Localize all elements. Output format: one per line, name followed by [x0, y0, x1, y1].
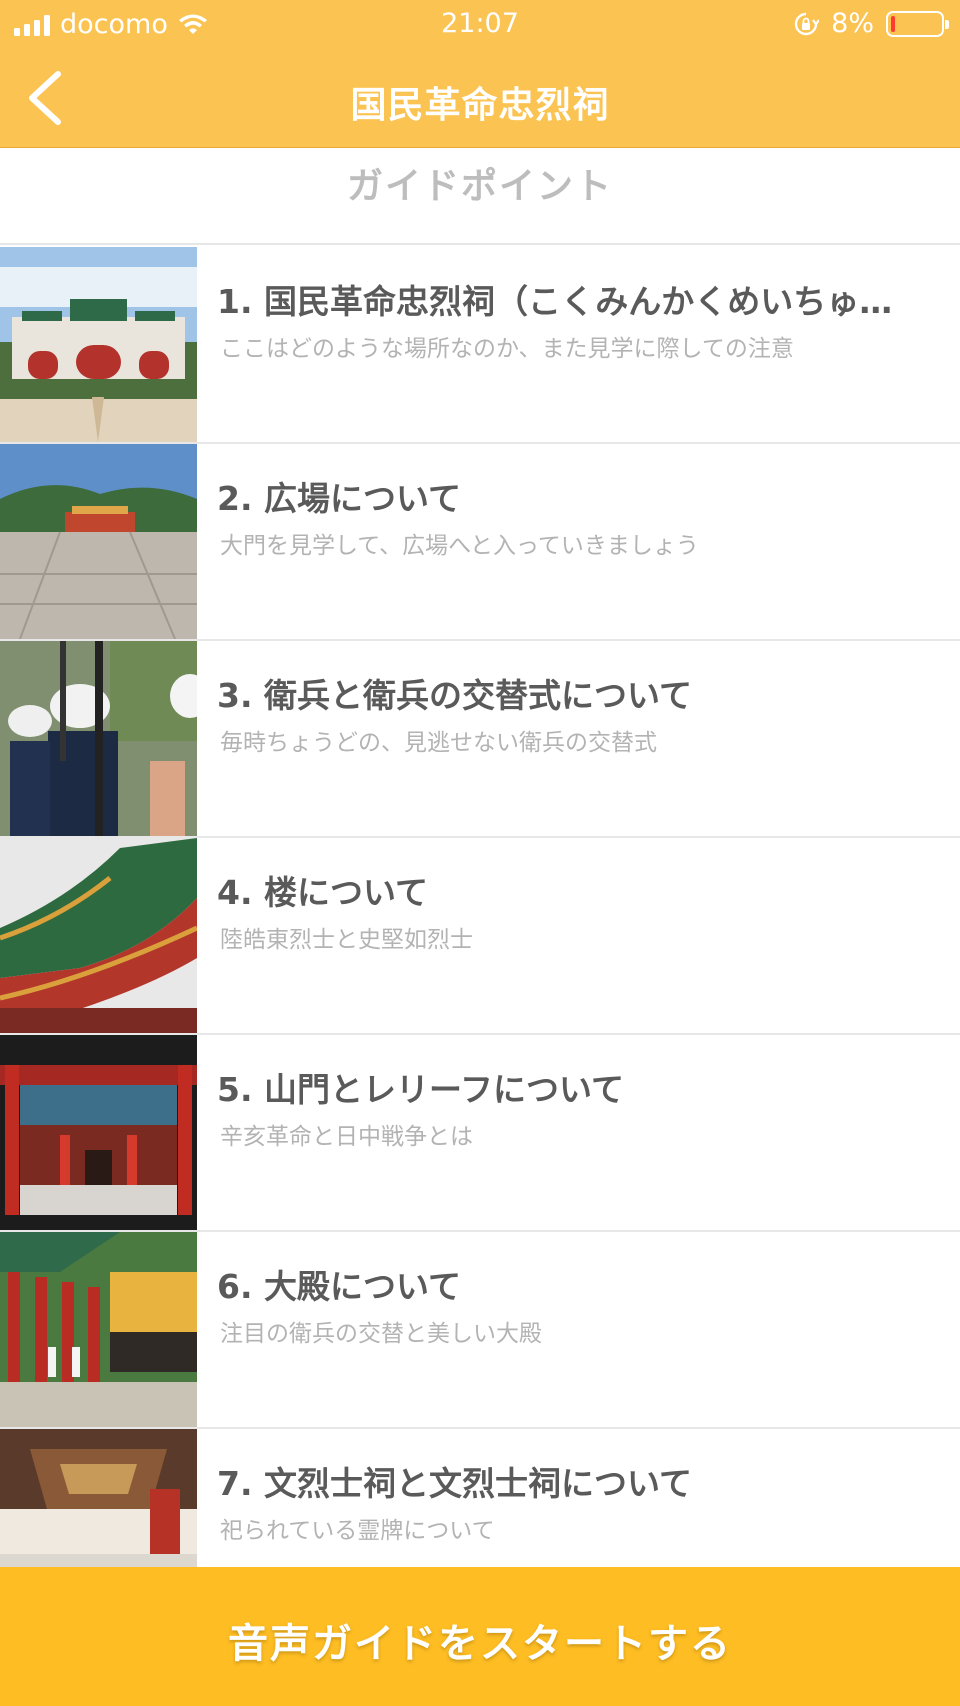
start-audio-guide-button[interactable]: 音声ガイドをスタートする	[0, 1567, 960, 1706]
guide-point-title: 2. 広場について	[217, 479, 461, 518]
guide-point-title: 1. 国民革命忠烈祠（こくみんかくめいちゅ…	[217, 282, 893, 321]
guide-point-title: 3. 衛兵と衛兵の交替式について	[217, 676, 692, 715]
battery-icon	[886, 10, 949, 37]
guide-point-subtitle: 注目の衛兵の交替と美しい大殿	[220, 1321, 542, 1347]
guide-point-thumbnail	[0, 247, 197, 442]
guide-point-thumbnail	[0, 1035, 197, 1230]
guide-point-title: 4. 楼について	[217, 873, 428, 912]
section-title: ガイドポイント	[346, 166, 613, 207]
guide-point-row[interactable]: 3. 衛兵と衛兵の交替式について 毎時ちょうどの、見逃せない衛兵の交替式	[0, 641, 960, 838]
guide-point-row[interactable]: 2. 広場について 大門を見学して、広場へと入っていきましょう	[0, 444, 960, 641]
guide-point-title: 6. 大殿について	[217, 1267, 461, 1306]
guide-point-row[interactable]: 7. 文烈士祠と文烈士祠について 祀られている霊牌について	[0, 1429, 960, 1569]
status-right: 8%	[793, 8, 949, 39]
guide-point-thumbnail	[0, 1232, 197, 1427]
page-title: 国民革命忠烈祠	[350, 85, 610, 126]
guide-point-title: 5. 山門とレリーフについて	[217, 1070, 625, 1109]
guide-point-thumbnail	[0, 641, 197, 836]
guide-point-subtitle: 祀られている霊牌について	[220, 1518, 495, 1544]
orientation-lock-icon	[794, 12, 820, 35]
start-audio-guide-label: 音声ガイドをスタートする	[228, 1621, 732, 1667]
guide-point-list: 1. 国民革命忠烈祠（こくみんかくめいちゅ… ここはどのような場所なのか、また見…	[0, 247, 960, 1569]
guide-point-thumbnail	[0, 838, 197, 1033]
guide-point-subtitle: 大門を見学して、広場へと入っていきましょう	[220, 533, 699, 559]
battery-level-fill	[891, 15, 895, 32]
guide-point-title: 7. 文烈士祠と文烈士祠について	[217, 1464, 692, 1503]
battery-percent: 8%	[831, 8, 874, 39]
guide-point-subtitle: 辛亥革命と日中戦争とは	[220, 1124, 473, 1150]
status-bar: docomo 21:07 8%	[0, 0, 960, 48]
guide-point-row[interactable]: 4. 楼について 陸皓東烈士と史堅如烈士	[0, 838, 960, 1035]
guide-point-thumbnail	[0, 444, 197, 639]
guide-point-subtitle: 毎時ちょうどの、見逃せない衛兵の交替式	[220, 730, 657, 756]
guide-point-row[interactable]: 1. 国民革命忠烈祠（こくみんかくめいちゅ… ここはどのような場所なのか、また見…	[0, 247, 960, 444]
section-header: ガイドポイント	[0, 149, 960, 245]
guide-point-row[interactable]: 5. 山門とレリーフについて 辛亥革命と日中戦争とは	[0, 1035, 960, 1232]
navigation-bar: 国民革命忠烈祠	[0, 48, 960, 148]
guide-point-subtitle: 陸皓東烈士と史堅如烈士	[220, 927, 473, 953]
guide-point-subtitle: ここはどのような場所なのか、また見学に際しての注意	[220, 336, 794, 362]
guide-point-row[interactable]: 6. 大殿について 注目の衛兵の交替と美しい大殿	[0, 1232, 960, 1429]
guide-point-thumbnail	[0, 1429, 197, 1569]
